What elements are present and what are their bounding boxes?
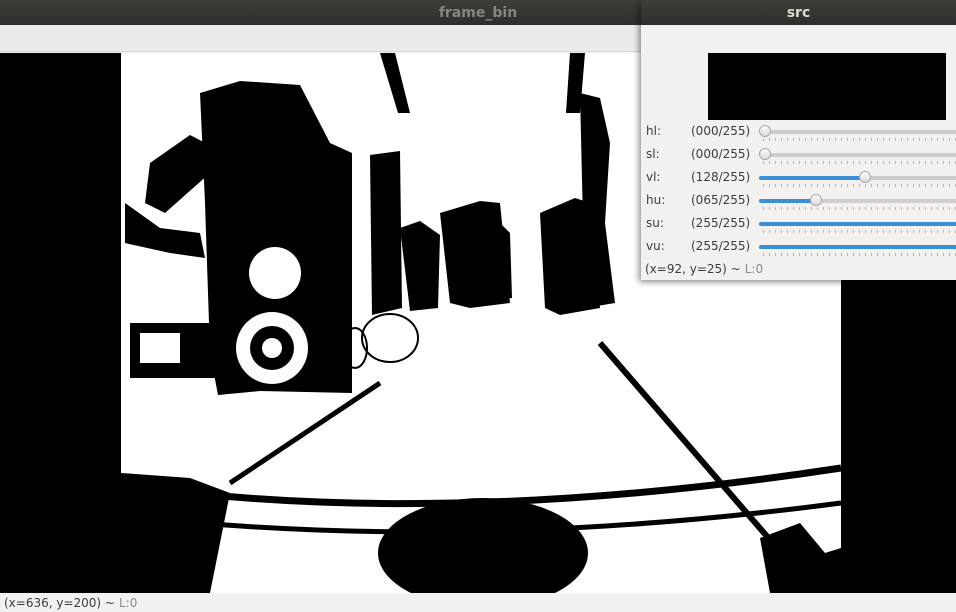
trackbar-slider[interactable] [759,194,956,206]
trackbar-slider[interactable] [759,222,956,226]
trackbar-slider[interactable] [759,245,956,249]
src-window: src hl: (000/255) sl: (000/255) vl: (128… [641,0,956,280]
slider-handle[interactable] [809,194,822,206]
cursor-coords: (x=636, y=200) ~ [4,595,115,610]
trackbar-sl: sl: (000/255) [641,144,956,166]
trackbar-label: hl: [646,124,661,138]
trackbar-ticks [763,184,956,187]
trackbar-value: (000/255) [691,147,751,161]
cursor-coords: (x=92, y=25) ~ [645,262,741,276]
frame-bin-statusbar: (x=636, y=200) ~ L:0 [0,593,956,612]
src-titlebar[interactable]: src [641,0,956,25]
trackbar-label: hu: [646,193,666,207]
window-title: frame_bin [438,4,518,21]
trackbar-vu: vu: (255/255) [641,236,956,258]
trackbar-value: (000/255) [691,124,751,138]
layer-indicator: L:0 [744,262,764,276]
trackbar-value: (128/255) [691,170,751,184]
trackbar-label: su: [646,216,664,230]
trackbar-slider[interactable] [759,125,956,137]
trackbar-label: vu: [646,239,665,253]
trackbar-ticks [763,161,956,164]
trackbar-slider[interactable] [759,171,956,183]
trackbar-ticks [763,207,956,210]
trackbar-su: su: (255/255) [641,213,956,235]
trackbar-value: (065/255) [691,193,751,207]
layer-indicator: L:0 [118,595,138,610]
slider-handle[interactable] [759,125,771,137]
slider-handle[interactable] [759,148,771,160]
trackbar-value: (255/255) [691,216,751,230]
src-statusbar: (x=92, y=25) ~ L:0 [641,260,956,278]
src-window-title: src [786,4,811,21]
trackbar-vl: vl: (128/255) [641,167,956,189]
trackbar-hu: hu: (065/255) [641,190,956,212]
trackbar-label: vl: [646,170,661,184]
trackbar-hl: hl: (000/255) [641,121,956,143]
slider-handle[interactable] [859,171,872,183]
trackbar-label: sl: [646,147,660,161]
trackbar-slider[interactable] [759,148,956,160]
trackbar-ticks [763,230,956,233]
trackbar-value: (255/255) [691,239,751,253]
trackbar-ticks [763,138,956,141]
src-preview-image [708,53,946,120]
trackbar-ticks [763,253,956,256]
